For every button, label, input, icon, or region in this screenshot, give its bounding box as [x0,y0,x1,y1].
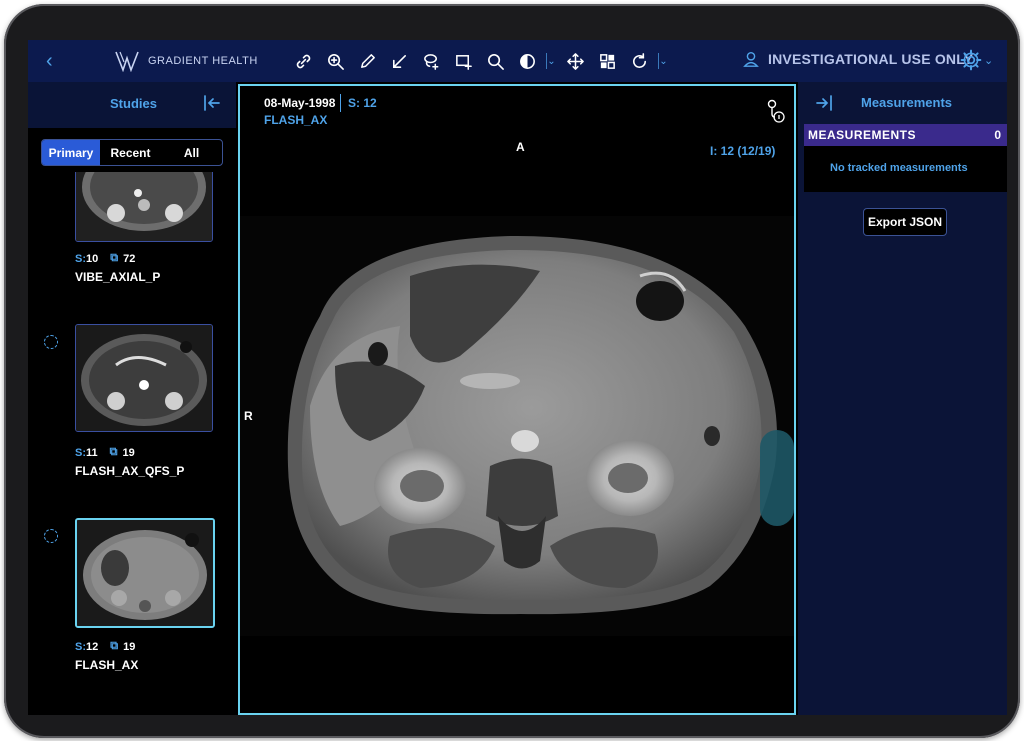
image-scrollbar[interactable] [760,430,794,526]
measurements-bar: MEASUREMENTS 0 [804,124,1007,146]
studies-header: Studies [28,82,236,128]
contrast-dropdown-icon[interactable]: ⌄ [546,47,556,75]
toolbar: ⌄ ⌄ [290,47,668,75]
series-label: S: [75,640,86,653]
series-description: FLASH_AX [264,113,328,127]
measurements-header: Measurements [798,82,1007,124]
series-list: S:10 ⧉ 72 VIBE_AXIAL_P S:11 ⧉ 19 FLASH_AX_… [28,172,236,715]
measurements-title: Measurements [861,95,953,110]
measurements-count: 0 [994,128,1001,142]
logo-mark-icon [115,51,139,72]
series-number: 10 [86,252,99,265]
measurements-empty: No tracked measurements [804,146,1007,192]
roi-add-icon[interactable] [450,47,476,75]
back-icon[interactable]: ‹ [46,50,66,72]
studies-title: Studies [110,96,157,111]
series-number: 12 [86,640,99,653]
series-number: 11 [86,446,98,459]
header-divider [340,94,341,112]
study-tabs: Primary Recent All [41,139,223,166]
orientation-left: R [244,409,253,423]
series-label: S: 12 [348,96,377,110]
series-thumbnail[interactable] [75,324,213,432]
magnifier-icon[interactable] [482,47,508,75]
studies-panel: Studies Primary Recent All S:10 ⧉ 72 VIBE… [28,82,236,715]
stack-icon: ⧉ [110,252,119,264]
logo: GRADIENT HEALTH [114,49,258,73]
top-bar: ‹ GRADIENT HEALTH ⌄ ⌄ INVESTIGATIONAL US… [28,40,1007,82]
screen: ‹ GRADIENT HEALTH ⌄ ⌄ INVESTIGATIONAL US… [28,40,1007,715]
series-status-icon [44,335,58,349]
rotate-icon[interactable] [626,47,652,75]
settings-menu[interactable]: ⌄ [960,49,993,71]
logo-text: GRADIENT HEALTH [148,55,258,67]
mri-slice [240,216,794,636]
pencil-icon[interactable] [354,47,380,75]
measurements-label: MEASUREMENTS [808,128,917,142]
stack-icon: ⧉ [110,640,119,652]
measurements-panel: Measurements MEASUREMENTS 0 No tracked m… [798,82,1007,715]
series-label: S: [75,446,86,459]
lasso-icon[interactable] [418,47,444,75]
tab-recent[interactable]: Recent [100,140,161,165]
series-name: FLASH_AX_QFS_P [75,464,185,478]
series-thumbnail-selected[interactable] [75,518,215,628]
series-meta: S:10 ⧉ 72 [75,252,135,265]
series-name: FLASH_AX [75,658,139,672]
empty-message: No tracked measurements [830,162,968,174]
viewport-header: 08-May-1998 S: 12 FLASH_AX [240,86,794,134]
series-status-icon [44,529,58,543]
chevron-down-icon[interactable]: ⌄ [984,54,993,67]
image-count: 72 [123,252,136,265]
series-meta: S:12 ⧉ 19 [75,640,135,653]
orientation-top: A [516,140,525,154]
investigational-label: INVESTIGATIONAL USE ONLY [768,51,974,67]
rotate-dropdown-icon[interactable]: ⌄ [658,47,668,75]
image-viewport[interactable]: 08-May-1998 S: 12 FLASH_AX A I: 12 (12/1… [238,84,796,715]
series-thumbnail[interactable] [75,172,213,242]
mri-image[interactable] [240,216,794,636]
series-meta: S:11 ⧉ 19 [75,446,135,459]
stack-icon: ⧉ [109,446,118,458]
image-count: 19 [123,640,136,653]
collapse-panel-icon[interactable] [202,94,222,112]
contrast-icon[interactable] [514,47,540,75]
gear-icon[interactable] [960,49,982,71]
image-count: 19 [122,446,135,459]
tab-all[interactable]: All [161,140,222,165]
user-icon[interactable] [742,50,760,68]
arrow-annotate-icon[interactable] [386,47,412,75]
tab-primary[interactable]: Primary [42,140,100,165]
patient-info-icon[interactable] [764,98,786,124]
layout-icon[interactable] [594,47,620,75]
zoom-in-icon[interactable] [322,47,348,75]
image-index: I: 12 (12/19) [710,144,776,158]
investigational-banner: INVESTIGATIONAL USE ONLY [742,50,973,68]
link-icon[interactable] [290,47,316,75]
tablet-frame: ‹ GRADIENT HEALTH ⌄ ⌄ INVESTIGATIONAL US… [4,4,1020,738]
expand-panel-icon[interactable] [814,94,834,112]
series-label: S: [75,252,86,265]
move-icon[interactable] [562,47,588,75]
series-name: VIBE_AXIAL_P [75,270,161,284]
study-date: 08-May-1998 [264,96,336,110]
export-json-button[interactable]: Export JSON [863,208,947,236]
